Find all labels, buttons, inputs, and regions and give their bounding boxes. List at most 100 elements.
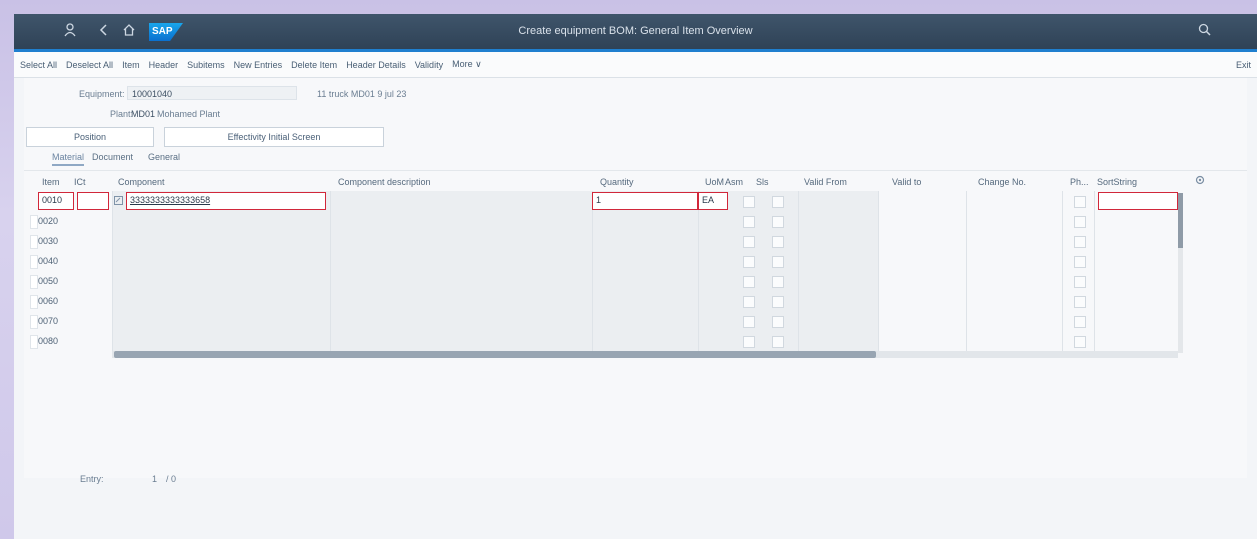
sls-checkbox[interactable] [772, 196, 784, 208]
more-menu-button[interactable]: More ∨ [452, 59, 482, 70]
main-content: Equipment: 10001040 11 truck MD01 9 jul … [24, 78, 1247, 478]
sortstring-input[interactable] [1098, 192, 1178, 210]
col-header-asm[interactable]: Asm [725, 173, 743, 191]
table-row[interactable]: 0040 [28, 251, 1208, 271]
item-number: 0050 [38, 276, 59, 286]
value-help-icon[interactable] [114, 196, 123, 208]
item-category-input[interactable] [77, 192, 109, 210]
item-button[interactable]: Item [122, 60, 140, 70]
table-row[interactable]: 0010 3333333333333658 1 EA [28, 191, 1208, 211]
row-selector[interactable] [30, 295, 38, 309]
tab-material[interactable]: Material [52, 152, 85, 166]
table-row[interactable]: 0080 [28, 331, 1208, 351]
sls-checkbox[interactable] [772, 316, 784, 328]
item-number-input[interactable]: 0010 [38, 192, 74, 210]
subitems-button[interactable]: Subitems [187, 60, 225, 70]
row-selector[interactable] [30, 255, 38, 269]
col-header-sortstring[interactable]: SortString [1097, 173, 1137, 191]
sls-checkbox[interactable] [772, 276, 784, 288]
entry-label: Entry: [80, 474, 104, 484]
sls-checkbox[interactable] [772, 256, 784, 268]
row-selector[interactable] [30, 335, 38, 349]
validity-button[interactable]: Validity [415, 60, 443, 70]
asm-checkbox[interactable] [743, 196, 755, 208]
item-table: Item ICt Component Component description… [28, 173, 1228, 478]
item-number: 0020 [38, 216, 59, 226]
col-header-ict[interactable]: ICt [74, 173, 86, 191]
plant-description: Mohamed Plant [157, 109, 221, 119]
item-number: 0030 [38, 236, 59, 246]
row-selector[interactable] [30, 315, 38, 329]
select-all-button[interactable]: Select All [20, 60, 57, 70]
row-selector[interactable] [30, 275, 38, 289]
row-selector[interactable] [30, 215, 38, 229]
asm-checkbox[interactable] [743, 236, 755, 248]
asm-checkbox[interactable] [743, 336, 755, 348]
col-header-sls[interactable]: Sls [756, 173, 769, 191]
col-header-quantity[interactable]: Quantity [600, 173, 634, 191]
header-button[interactable]: Header [149, 60, 179, 70]
app-frame: SAP Create equipment BOM: General Item O… [14, 14, 1257, 539]
item-number: 0040 [38, 256, 59, 266]
table-row[interactable]: 0060 [28, 291, 1208, 311]
asm-checkbox[interactable] [743, 216, 755, 228]
plant-value: MD01 [131, 109, 156, 119]
component-input[interactable]: 3333333333333658 [126, 192, 326, 210]
vertical-scrollbar[interactable] [1178, 193, 1183, 248]
table-row[interactable]: 0070 [28, 311, 1208, 331]
ph-checkbox[interactable] [1074, 256, 1086, 268]
tab-divider [24, 170, 1247, 171]
horizontal-scrollbar[interactable] [114, 351, 876, 358]
col-header-uom[interactable]: UoM [705, 173, 724, 191]
exit-button[interactable]: Exit [1236, 60, 1251, 70]
asm-checkbox[interactable] [743, 296, 755, 308]
effectivity-initial-screen-button[interactable]: Effectivity Initial Screen [164, 127, 384, 147]
tab-document[interactable]: Document [92, 152, 133, 162]
table-row[interactable]: 0030 [28, 231, 1208, 251]
col-header-change-no[interactable]: Change No. [978, 173, 1026, 191]
quantity-input[interactable]: 1 [592, 192, 698, 210]
deselect-all-button[interactable]: Deselect All [66, 60, 113, 70]
asm-checkbox[interactable] [743, 256, 755, 268]
search-icon[interactable] [1198, 23, 1211, 41]
asm-checkbox[interactable] [743, 316, 755, 328]
sls-checkbox[interactable] [772, 336, 784, 348]
page-title: Create equipment BOM: General Item Overv… [518, 25, 753, 37]
table-row[interactable]: 0020 [28, 211, 1208, 231]
new-entries-button[interactable]: New Entries [234, 60, 283, 70]
entry-value: 1 [152, 474, 158, 484]
shell-bar: SAP Create equipment BOM: General Item O… [14, 14, 1257, 49]
tab-general[interactable]: General [148, 152, 180, 162]
table-settings-icon[interactable] [1195, 173, 1205, 191]
col-header-item[interactable]: Item [42, 173, 60, 191]
tab-bar: Material Document General [52, 152, 352, 168]
ph-checkbox[interactable] [1074, 336, 1086, 348]
sls-checkbox[interactable] [772, 216, 784, 228]
asm-checkbox[interactable] [743, 276, 755, 288]
sls-checkbox[interactable] [772, 296, 784, 308]
equipment-field: 10001040 [127, 86, 297, 100]
delete-item-button[interactable]: Delete Item [291, 60, 337, 70]
uom-input[interactable]: EA [698, 192, 728, 210]
col-header-component-description[interactable]: Component description [338, 173, 431, 191]
entry-total: / 0 [166, 474, 177, 484]
application-toolbar: Select All Deselect All Item Header Subi… [14, 52, 1257, 78]
col-header-component[interactable]: Component [118, 173, 165, 191]
col-header-valid-from[interactable]: Valid From [804, 173, 847, 191]
col-header-ph[interactable]: Ph... [1070, 173, 1089, 191]
row-selector[interactable] [30, 235, 38, 249]
ph-checkbox[interactable] [1074, 316, 1086, 328]
position-button[interactable]: Position [26, 127, 154, 147]
equipment-description: 11 truck MD01 9 jul 23 [317, 89, 407, 99]
ph-checkbox[interactable] [1074, 236, 1086, 248]
table-row[interactable]: 0050 [28, 271, 1208, 291]
ph-checkbox[interactable] [1074, 196, 1086, 208]
plant-label: Plant: [110, 109, 134, 119]
ph-checkbox[interactable] [1074, 216, 1086, 228]
ph-checkbox[interactable] [1074, 296, 1086, 308]
ph-checkbox[interactable] [1074, 276, 1086, 288]
item-number: 0070 [38, 316, 59, 326]
header-details-button[interactable]: Header Details [346, 60, 406, 70]
col-header-valid-to[interactable]: Valid to [892, 173, 921, 191]
sls-checkbox[interactable] [772, 236, 784, 248]
